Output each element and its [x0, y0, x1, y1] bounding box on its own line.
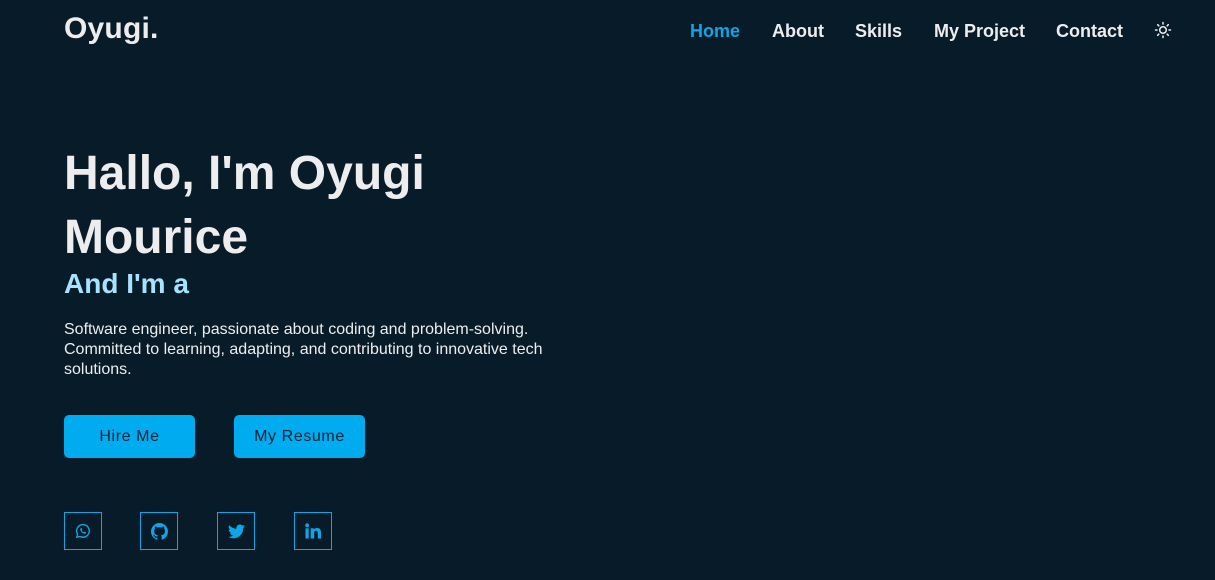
hero-title: Hallo, I'm Oyugi Mourice	[64, 147, 425, 264]
nav-link-about[interactable]: About	[772, 21, 824, 42]
twitter-icon	[227, 523, 245, 538]
logo[interactable]: Oyugi.	[64, 12, 159, 46]
linkedin-icon	[304, 523, 321, 539]
site-header: Oyugi. Home About Skills My Project Cont…	[0, 0, 1215, 64]
theme-toggle-button[interactable]	[1154, 21, 1172, 39]
hero-description: Software engineer, passionate about codi…	[64, 321, 543, 378]
nav-link-skills[interactable]: Skills	[855, 21, 902, 42]
nav-link-my-project[interactable]: My Project	[934, 21, 1025, 42]
my-resume-button[interactable]: My Resume	[234, 415, 365, 458]
github-link[interactable]	[140, 512, 178, 550]
github-icon	[150, 522, 168, 540]
linkedin-link[interactable]	[294, 512, 332, 550]
nav-link-contact[interactable]: Contact	[1056, 21, 1123, 42]
whatsapp-icon	[75, 523, 90, 538]
hero-subtitle: And I'm a	[64, 268, 189, 299]
nav-link-home[interactable]: Home	[690, 21, 740, 42]
sun-icon	[1154, 21, 1172, 39]
twitter-link[interactable]	[217, 512, 255, 550]
whatsapp-link[interactable]	[64, 512, 102, 550]
hire-me-button[interactable]: Hire Me	[64, 415, 195, 458]
